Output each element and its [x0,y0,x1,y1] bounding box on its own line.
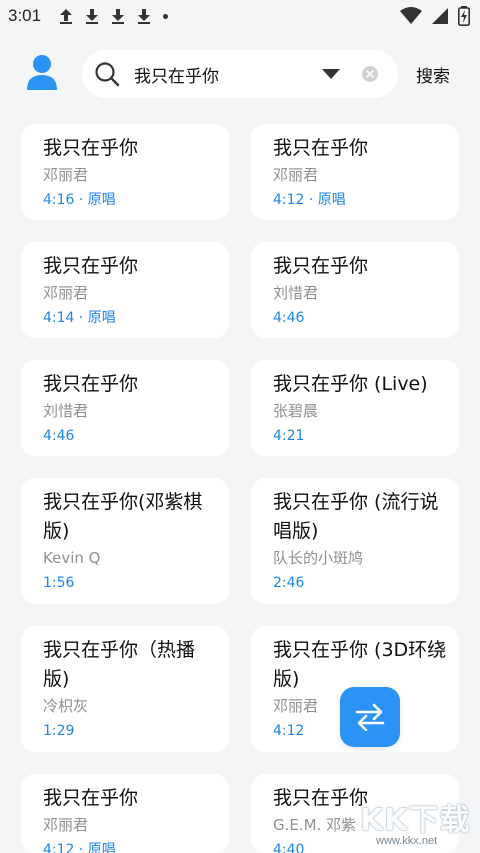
song-card[interactable]: 我只在乎你(邓紫棋版) Kevin Q 1:56 [21,478,229,604]
song-title: 我只在乎你 [43,373,139,395]
song-meta: 1:29 [43,723,75,739]
song-card[interactable]: 我只在乎你 邓丽君 4:16 · 原唱 [21,124,229,220]
song-artist: 张碧晨 [273,402,319,420]
song-artist: 刘惜君 [43,402,89,420]
download-icon [86,9,99,24]
song-card[interactable]: 我只在乎你 邓丽君 4:12 · 原唱 [251,124,459,220]
watermark-text: KK下载 [360,803,471,838]
song-title: 我只在乎你 (Live) [273,373,428,395]
chevron-down-icon[interactable] [322,68,340,80]
song-meta: 4:14 · 原唱 [43,310,116,326]
song-meta: 4:12 · 原唱 [43,842,116,853]
song-card[interactable]: 我只在乎你 刘惜君 4:46 [251,242,459,338]
signal-icon [432,8,448,24]
download-icon [112,9,125,24]
dot-icon [163,13,169,19]
switch-button[interactable] [340,687,400,747]
download-icon [138,9,151,24]
song-title: 我只在乎你 [273,255,369,277]
status-time: 3:01 [8,6,42,25]
song-title: 我只在乎你 (流行说唱版) [273,491,439,542]
song-title: 我只在乎你 [43,255,139,277]
search-input[interactable]: 我只在乎你 [134,62,219,87]
song-meta: 4:12 · 原唱 [273,192,346,208]
song-meta: 4:21 [273,428,305,444]
song-title: 我只在乎你 [273,137,369,159]
song-title: 我只在乎你 (3D环绕版) [273,639,447,690]
song-meta: 4:16 · 原唱 [43,192,116,208]
song-card[interactable]: 我只在乎你 刘惜君 4:46 [21,360,229,456]
search-box[interactable]: 我只在乎你 [82,50,398,98]
swap-arrows-icon [355,703,385,731]
watermark-url: www.kkx.net [376,835,438,847]
song-card[interactable]: 我只在乎你 (流行说唱版) 队长的小斑鸠 2:46 [251,478,459,604]
song-meta: 4:46 [43,428,75,444]
wifi-icon [400,7,422,24]
song-title: 我只在乎你 [43,137,139,159]
song-card[interactable]: 我只在乎你 (Live) 张碧晨 4:21 [251,360,459,456]
song-artist: 队长的小斑鸠 [273,549,364,567]
song-artist: 邓丽君 [43,166,89,184]
song-title: 我只在乎你（热播版) [43,639,196,690]
search-header: 我只在乎你 搜索 [0,46,480,102]
clear-icon[interactable] [361,65,379,83]
song-meta: 4:46 [273,310,305,326]
song-title: 我只在乎你 [43,787,139,809]
status-system-icons [400,6,470,26]
status-notification-icons [59,7,169,25]
song-meta: 2:46 [273,575,305,591]
avatar[interactable] [26,54,58,92]
song-card[interactable]: 我只在乎你（热播版) 冷枳灰 1:29 [21,626,229,752]
song-artist: 邓丽君 [43,816,89,834]
song-artist: 邓丽君 [273,166,319,184]
search-icon [95,62,120,87]
song-meta: 1:56 [43,575,75,591]
song-artist: Kevin Q [43,549,101,567]
song-artist: 冷枳灰 [43,697,89,715]
upload-icon [60,9,73,24]
status-bar: 3:01 [0,0,480,32]
watermark: KK下载 www.kkx.net [360,795,480,853]
song-card[interactable]: 我只在乎你 邓丽君 4:14 · 原唱 [21,242,229,338]
song-artist: 邓丽君 [43,284,89,302]
song-artist: 刘惜君 [273,284,319,302]
song-title: 我只在乎你(邓紫棋版) [43,491,203,542]
battery-icon [458,6,470,26]
song-card[interactable]: 我只在乎你 邓丽君 4:12 · 原唱 [21,774,229,853]
search-button[interactable]: 搜索 [416,62,450,87]
